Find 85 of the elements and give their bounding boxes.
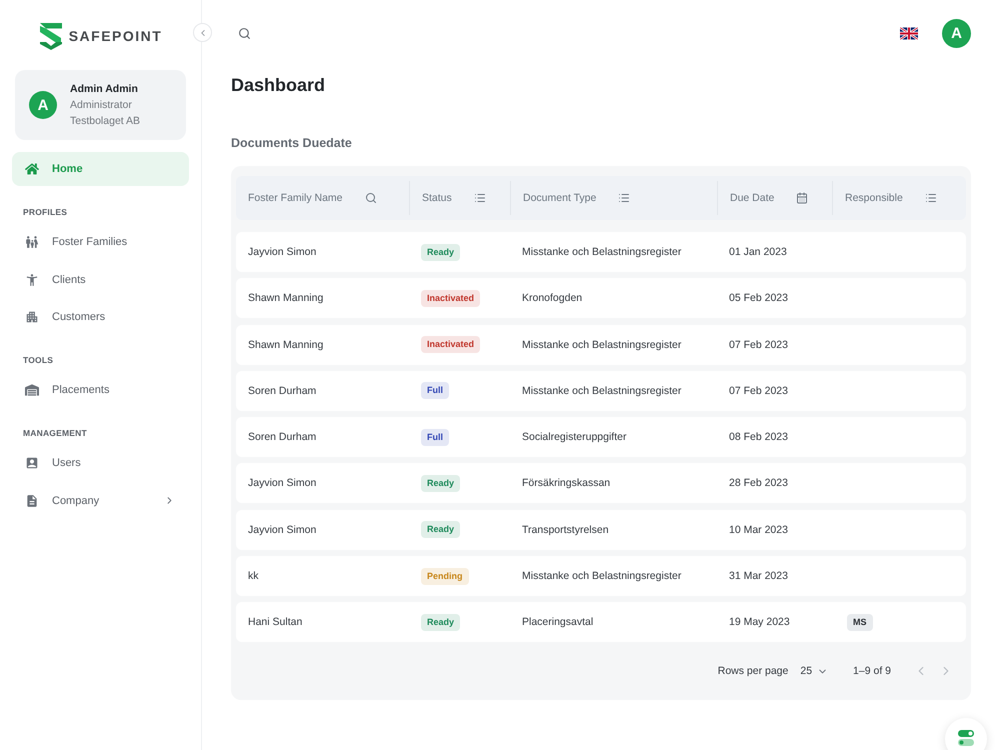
calendar-icon[interactable]	[796, 192, 808, 204]
status-badge: Ready	[421, 244, 460, 260]
logo-icon	[38, 22, 63, 50]
nav-item[interactable]: Company	[12, 482, 189, 520]
table-row[interactable]: Jayvion Simon Ready Transportstyrelsen 10 Mar 2023	[236, 510, 966, 550]
family-icon	[25, 235, 39, 250]
table-cell-text: 08 Feb 2023	[728, 431, 789, 444]
table-cell-text: 07 Feb 2023	[728, 338, 789, 351]
table-row[interactable]: Shawn Manning Inactivated Misstanke och Belastningsregister 07 Feb 2023	[236, 324, 966, 365]
table-cell-text: Försäkringskassan	[521, 477, 612, 490]
nav-item[interactable]: Customers	[12, 298, 189, 336]
user-company: Testbolaget AB	[70, 114, 140, 129]
table-cell-text: Jayvion Simon	[247, 524, 318, 536]
table-cell-text: Jayvion Simon	[247, 477, 318, 490]
status-badge: Ready	[421, 521, 460, 538]
document-icon	[25, 494, 39, 508]
rows-per-page-select[interactable]: 25	[800, 665, 828, 678]
table-cell-text: Soren Durham	[247, 384, 318, 397]
table-row[interactable]: Shawn Manning Inactivated Kronofogden 05 Feb 2023	[236, 278, 966, 318]
column-header: Status	[422, 192, 452, 204]
page-title: Dashboard	[231, 74, 326, 96]
table-row[interactable]: Jayvion Simon Ready Försäkringskassan 28 Feb 2023	[236, 463, 966, 504]
table-row[interactable]: Soren Durham Full Socialregisteruppgifter 08 Feb 2023	[236, 417, 966, 458]
warehouse-icon	[25, 383, 39, 398]
table-cell-text: 28 Feb 2023	[728, 477, 789, 490]
nav-item[interactable]: Placements	[12, 372, 189, 409]
building-icon	[25, 310, 39, 324]
section-title: TOOLS	[23, 356, 54, 365]
column-header: Document Type	[523, 192, 596, 204]
search-button[interactable]	[238, 26, 251, 40]
table-cell-text: Transportstyrelsen	[521, 524, 610, 536]
table-cell-text: Placeringsavtal	[521, 616, 594, 628]
table-cell-text: kk	[247, 570, 260, 582]
table-cell-text: Socialregisteruppgifter	[521, 431, 628, 444]
table-row[interactable]: Jayvion Simon Ready Misstanke och Belastningsregister 01 Jan 2023	[236, 232, 966, 272]
nav-item[interactable]: Clients	[12, 261, 189, 298]
pagination-range: 1–9 of 9	[853, 665, 891, 678]
toggle-icon	[958, 730, 974, 746]
section-title: MANAGEMENT	[23, 429, 88, 438]
user-role: Administrator	[70, 98, 133, 113]
status-badge: Ready	[421, 614, 460, 631]
column-header: Due Date	[730, 192, 774, 204]
person-icon	[25, 272, 39, 287]
table-row[interactable]: kk Pending Misstanke och Belastningsregister 31 Mar 2023	[236, 556, 966, 596]
user-icon	[25, 456, 39, 470]
user-avatar: A	[29, 91, 57, 119]
table-cell-text: 07 Feb 2023	[728, 384, 789, 397]
flag-icon[interactable]	[900, 26, 918, 40]
table-cell-text: 10 Mar 2023	[728, 524, 789, 536]
table-cell-text: 05 Feb 2023	[728, 292, 789, 304]
table-cell-text: Shawn Manning	[247, 338, 324, 351]
status-badge: Inactivated	[421, 336, 480, 354]
table-cell-text: 31 Mar 2023	[728, 570, 789, 582]
table-cell-text: Misstanke och Belastningsregister	[521, 570, 682, 582]
table-cell-text: Kronofogden	[521, 292, 584, 304]
user-name: Admin Admin	[70, 82, 139, 97]
status-badge: Ready	[421, 474, 460, 492]
table-cell-text: 01 Jan 2023	[728, 246, 788, 258]
home-icon	[25, 162, 39, 176]
nav-item[interactable]: Foster Families	[12, 224, 189, 261]
initials-badge: MS	[847, 614, 872, 631]
section-title: PROFILES	[23, 208, 68, 217]
nav-item[interactable]: Users	[12, 444, 189, 482]
status-badge: Inactivated	[421, 290, 480, 307]
table-cell-text: 19 May 2023	[728, 616, 791, 628]
search-icon	[238, 26, 251, 40]
table-cell-text: Misstanke och Belastningsregister	[521, 338, 682, 351]
status-badge: Pending	[421, 568, 468, 585]
table-cell-text: Jayvion Simon	[247, 246, 318, 258]
floating-widget-button[interactable]	[945, 718, 987, 750]
table-cell-text: Misstanke och Belastningsregister	[521, 246, 682, 258]
table-cell-text: Soren Durham	[247, 431, 318, 444]
section-heading: Documents Duedate	[231, 135, 353, 152]
status-badge: Full	[421, 382, 449, 400]
table-cell-text: Hani Sultan	[247, 616, 304, 628]
column-header: Foster Family Name	[248, 192, 343, 204]
table-row[interactable]: Hani Sultan Ready Placeringsavtal 19 May 2023 MS	[236, 602, 966, 642]
table-cell-text: Misstanke och Belastningsregister	[521, 384, 682, 397]
search-icon[interactable]	[364, 192, 377, 204]
rows-per-page-label: Rows per page	[718, 665, 788, 678]
status-badge: Full	[421, 428, 449, 446]
table-row[interactable]: Soren Durham Full Misstanke och Belastningsregister 07 Feb 2023	[236, 370, 966, 411]
table-cell-text: Shawn Manning	[247, 292, 324, 304]
column-header: Responsible	[845, 192, 903, 204]
logo-text: SAFEPOINT	[68, 28, 162, 44]
